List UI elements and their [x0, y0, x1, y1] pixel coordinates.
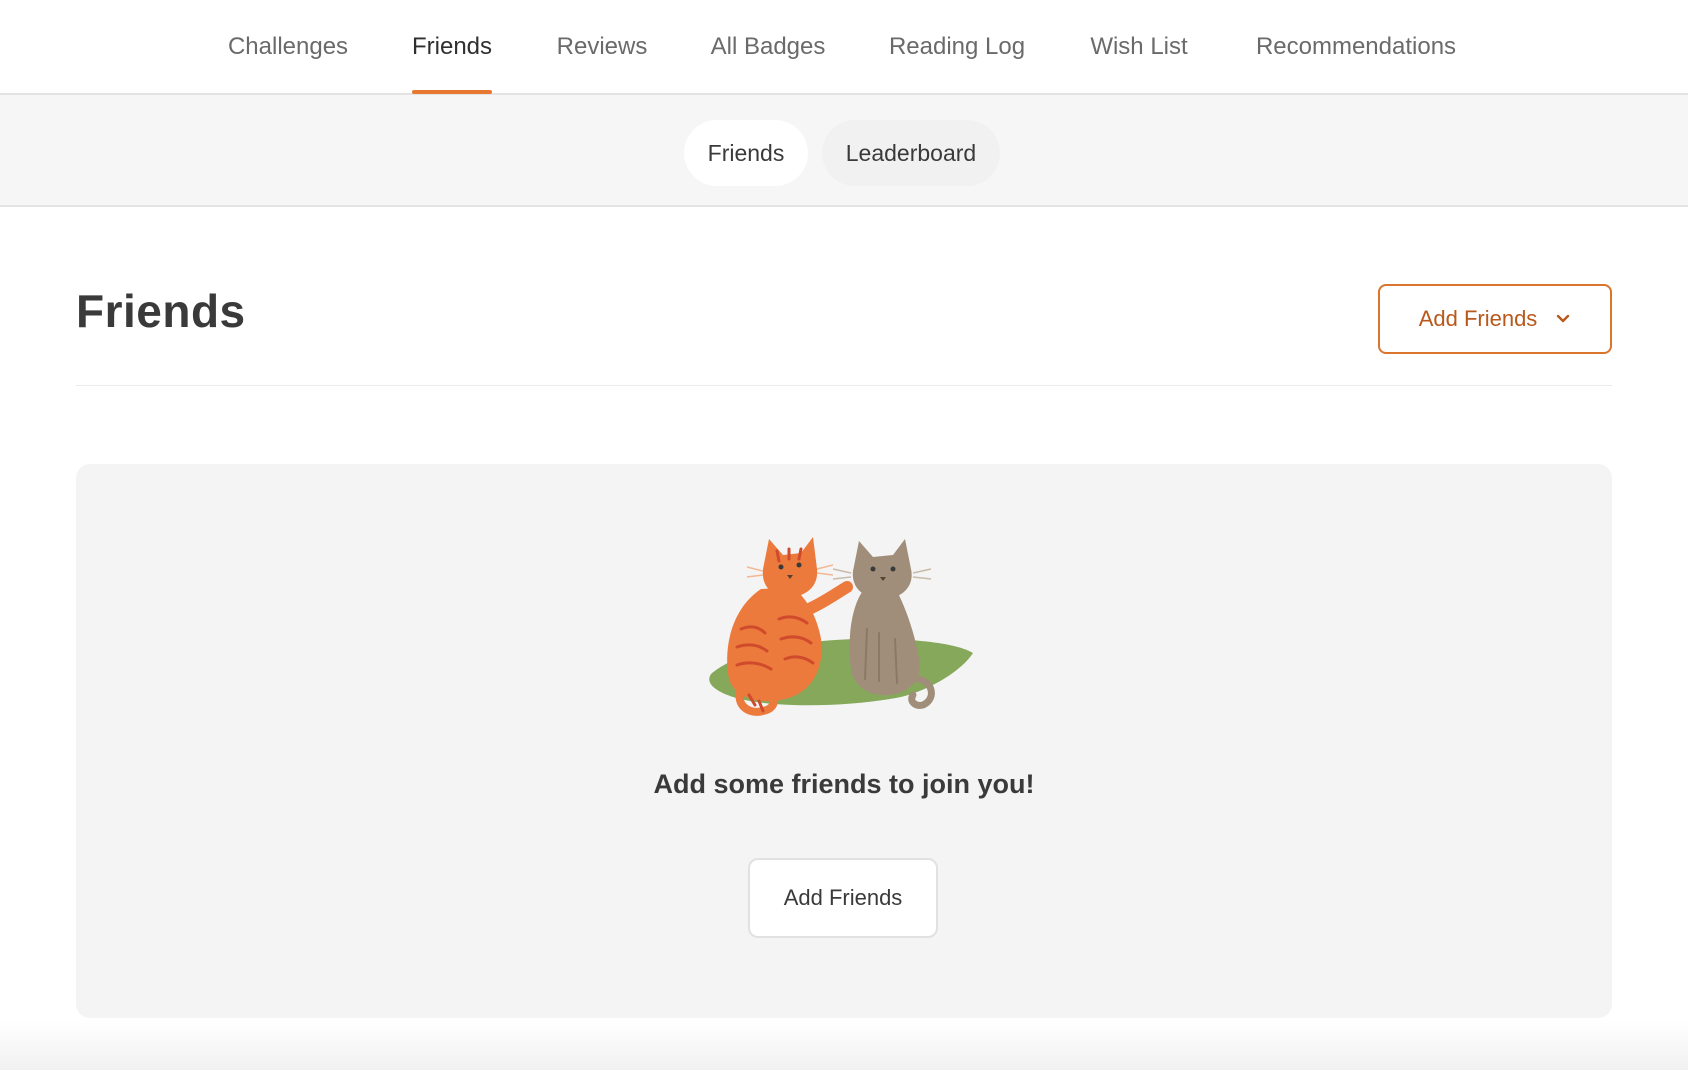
nav-tab-reviews[interactable]: Reviews [556, 0, 648, 94]
add-friends-dropdown-button[interactable]: Add Friends [1378, 284, 1612, 354]
subnav-tab-leaderboard[interactable]: Leaderboard [822, 120, 1000, 186]
empty-state-message: Add some friends to join you! [653, 769, 1035, 799]
header-divider [76, 385, 1612, 386]
nav-tab-wish-list[interactable]: Wish List [1090, 0, 1188, 94]
nav-tab-reading-log[interactable]: Reading Log [888, 0, 1026, 94]
chevron-down-icon [1557, 314, 1570, 323]
empty-state-panel: Add some friends to join you! Add Friend… [76, 464, 1612, 1018]
top-nav: Challenges Friends Reviews All Badges Re… [0, 0, 1688, 95]
nav-tab-all-badges[interactable]: All Badges [710, 0, 826, 94]
add-friends-dropdown-label: Add Friends [1418, 306, 1538, 331]
nav-tab-friends[interactable]: Friends [412, 0, 492, 94]
two-cats-illustration [709, 537, 973, 716]
bottom-fade [0, 1020, 1688, 1070]
sub-nav: Friends Leaderboard [0, 95, 1688, 207]
nav-tab-challenges[interactable]: Challenges [226, 0, 350, 94]
page-title: Friends [76, 285, 246, 337]
subnav-tab-friends[interactable]: Friends [684, 120, 808, 186]
nav-tab-recommendations[interactable]: Recommendations [1252, 0, 1460, 94]
add-friends-button[interactable]: Add Friends [748, 858, 938, 938]
